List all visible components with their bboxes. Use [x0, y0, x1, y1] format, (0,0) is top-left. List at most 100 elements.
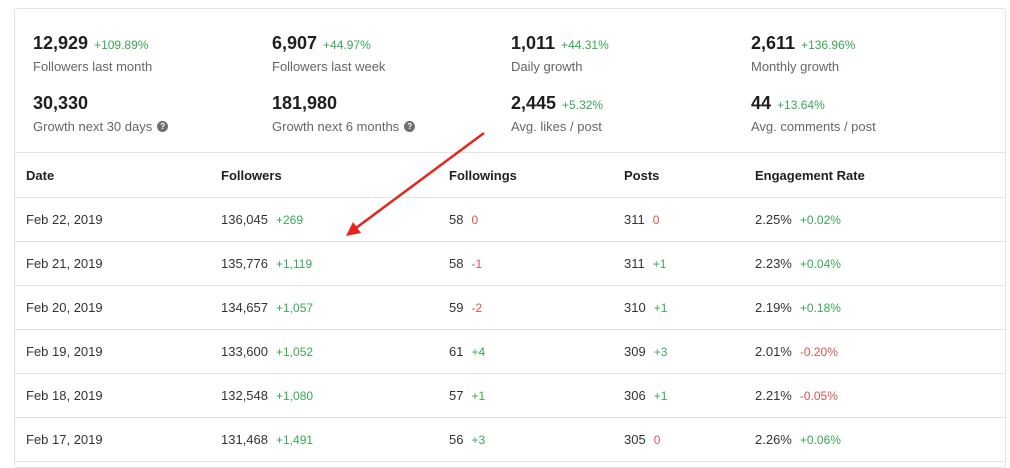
cell-date-value: Feb 17, 2019 — [26, 432, 103, 447]
cell-followers-delta: +269 — [276, 212, 304, 227]
cell-followers: 133,600 +1,052 — [221, 330, 313, 373]
cell-posts-value: 310 — [624, 300, 646, 315]
cell-followings: 57 +1 — [449, 374, 485, 417]
cell-followings-delta: +3 — [471, 432, 486, 447]
table-body: Feb 22, 2019 136,045 +269 58 0 311 0 2.25% +0.02… — [15, 198, 1005, 462]
cell-posts-value: 309 — [624, 344, 646, 359]
cell-engagement-rate-value: 2.01% — [755, 344, 792, 359]
stat-change: +13.64% — [777, 98, 825, 112]
cell-followings-delta: +4 — [471, 344, 486, 359]
column-header-followers[interactable]: Followers — [221, 153, 282, 197]
cell-followers-delta: +1,057 — [276, 300, 314, 315]
cell-date: Feb 20, 2019 — [26, 286, 103, 329]
stat-value: 30,330 — [33, 93, 89, 113]
cell-followings-value: 58 — [449, 256, 464, 271]
cell-engagement-rate-delta: +0.06% — [799, 432, 841, 447]
cell-followings: 59 -2 — [449, 286, 482, 329]
stat-avg-likes: 2,445 +5.32% Avg. likes / post — [511, 93, 741, 134]
stats-summary: 12,929 +109.89% Followers last month 6,90… — [15, 9, 1005, 152]
stat-label: Monthly growth — [751, 59, 840, 74]
cell-followings-delta: +1 — [471, 388, 486, 403]
cell-followings-value: 56 — [449, 432, 464, 447]
stat-value: 12,929 — [33, 33, 89, 53]
help-icon[interactable]: ? — [404, 121, 416, 132]
cell-followers-delta: +1,052 — [276, 344, 314, 359]
stat-value: 6,907 — [272, 33, 318, 53]
cell-posts: 306 +1 — [624, 374, 667, 417]
cell-followers: 135,776 +1,119 — [221, 242, 312, 285]
stat-growth-next-6-months: 181,980 Growth next 6 months? — [272, 93, 502, 134]
stat-followers-last-week: 6,907 +44.97% Followers last week — [272, 33, 502, 74]
cell-posts-delta: +1 — [653, 388, 668, 403]
cell-followers-value: 136,045 — [221, 212, 268, 227]
stat-label: Avg. comments / post — [751, 119, 876, 134]
cell-followers-value: 132,548 — [221, 388, 268, 403]
cell-date: Feb 19, 2019 — [26, 330, 103, 373]
help-icon[interactable]: ? — [157, 121, 169, 132]
stat-change: +44.97% — [323, 38, 371, 52]
cell-followings-value: 59 — [449, 300, 464, 315]
cell-engagement-rate-value: 2.23% — [755, 256, 792, 271]
cell-posts-delta: +3 — [653, 344, 668, 359]
stat-label: Followers last week — [272, 59, 386, 74]
cell-followers: 132,548 +1,080 — [221, 374, 313, 417]
cell-posts-delta: 0 — [653, 432, 661, 447]
stat-change: +136.96% — [801, 38, 856, 52]
cell-date-value: Feb 20, 2019 — [26, 300, 103, 315]
stat-daily-growth: 1,011 +44.31% Daily growth — [511, 33, 741, 74]
cell-date-value: Feb 22, 2019 — [26, 212, 103, 227]
table-header: Date Followers Followings Posts Engageme… — [15, 152, 1005, 198]
cell-date: Feb 21, 2019 — [26, 242, 103, 285]
stat-value: 2,445 — [511, 93, 557, 113]
cell-followings-delta: 0 — [471, 212, 479, 227]
stat-label: Avg. likes / post — [511, 119, 602, 134]
column-header-engagement-rate[interactable]: Engagement Rate — [755, 153, 865, 197]
cell-followings-value: 58 — [449, 212, 464, 227]
cell-posts-value: 311 — [624, 212, 645, 227]
growth-table: Date Followers Followings Posts Engageme… — [15, 152, 1005, 462]
stat-value: 2,611 — [751, 33, 796, 53]
cell-date-value: Feb 18, 2019 — [26, 388, 103, 403]
stat-value: 181,980 — [272, 93, 338, 113]
cell-followings: 56 +3 — [449, 418, 485, 461]
cell-posts: 309 +3 — [624, 330, 667, 373]
cell-engagement-rate: 2.26% +0.06% — [755, 418, 841, 461]
table-row: Feb 21, 2019 135,776 +1,119 58 -1 311 +1 2.23% +… — [15, 242, 1005, 286]
cell-posts: 311 0 — [624, 198, 659, 241]
cell-posts-delta: +1 — [653, 300, 668, 315]
stat-label: Growth next 6 months — [272, 119, 400, 134]
cell-followers-value: 134,657 — [221, 300, 268, 315]
column-header-followings[interactable]: Followings — [449, 153, 517, 197]
cell-date-value: Feb 21, 2019 — [26, 256, 103, 271]
cell-posts: 311 +1 — [624, 242, 666, 285]
stat-label: Growth next 30 days — [33, 119, 153, 134]
cell-date: Feb 22, 2019 — [26, 198, 103, 241]
cell-engagement-rate-delta: -0.05% — [799, 388, 838, 403]
cell-engagement-rate: 2.21% -0.05% — [755, 374, 838, 417]
column-header-posts[interactable]: Posts — [624, 153, 659, 197]
table-row: Feb 22, 2019 136,045 +269 58 0 311 0 2.25% +0.02… — [15, 198, 1005, 242]
cell-engagement-rate: 2.19% +0.18% — [755, 286, 841, 329]
stat-label: Daily growth — [511, 59, 583, 74]
column-header-date[interactable]: Date — [26, 153, 54, 197]
cell-engagement-rate-value: 2.21% — [755, 388, 792, 403]
stat-followers-last-month: 12,929 +109.89% Followers last month — [33, 33, 263, 74]
cell-followers-delta: +1,491 — [276, 432, 314, 447]
stat-label: Followers last month — [33, 59, 153, 74]
cell-engagement-rate-value: 2.25% — [755, 212, 792, 227]
table-row: Feb 19, 2019 133,600 +1,052 61 +4 309 +3 2.01% -… — [15, 330, 1005, 374]
stat-change: +5.32% — [562, 98, 604, 112]
cell-followings-delta: -1 — [471, 256, 483, 271]
cell-followers-value: 135,776 — [221, 256, 268, 271]
stat-value: 1,011 — [511, 33, 556, 53]
cell-engagement-rate-delta: +0.02% — [799, 212, 841, 227]
cell-posts: 310 +1 — [624, 286, 667, 329]
cell-followings: 58 0 — [449, 198, 478, 241]
cell-posts-value: 306 — [624, 388, 646, 403]
cell-engagement-rate-delta: +0.04% — [799, 256, 841, 271]
cell-followings-delta: -2 — [471, 300, 483, 315]
cell-followers-delta: +1,119 — [276, 256, 313, 271]
cell-followers-value: 133,600 — [221, 344, 268, 359]
table-row: Feb 17, 2019 131,468 +1,491 56 +3 305 0 2.26% +0… — [15, 418, 1005, 462]
cell-followings-value: 57 — [449, 388, 464, 403]
